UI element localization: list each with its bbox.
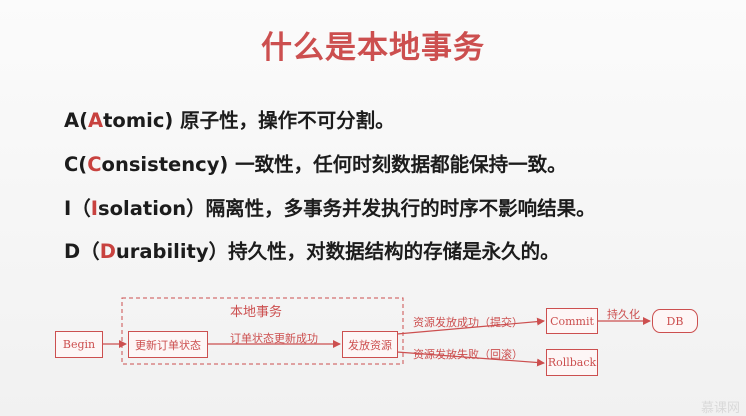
edge-label-release-fail: 资源发放失败（回滚） — [413, 348, 523, 361]
node-commit: Commit — [546, 308, 598, 334]
node-release-resource: 发放资源 — [342, 331, 398, 358]
node-begin: Begin — [55, 331, 103, 358]
edge-label-release-success: 资源发放成功（提交） — [413, 316, 523, 329]
node-rollback: Rollback — [546, 349, 598, 376]
group-label: 本地事务 — [230, 305, 283, 320]
watermark: 慕课网 — [700, 401, 740, 416]
node-db: DB — [652, 309, 698, 333]
edge-label-persist: 持久化 — [607, 308, 640, 321]
node-update-order: 更新订单状态 — [128, 331, 208, 358]
edge-label-update-success: 订单状态更新成功 — [230, 332, 318, 345]
